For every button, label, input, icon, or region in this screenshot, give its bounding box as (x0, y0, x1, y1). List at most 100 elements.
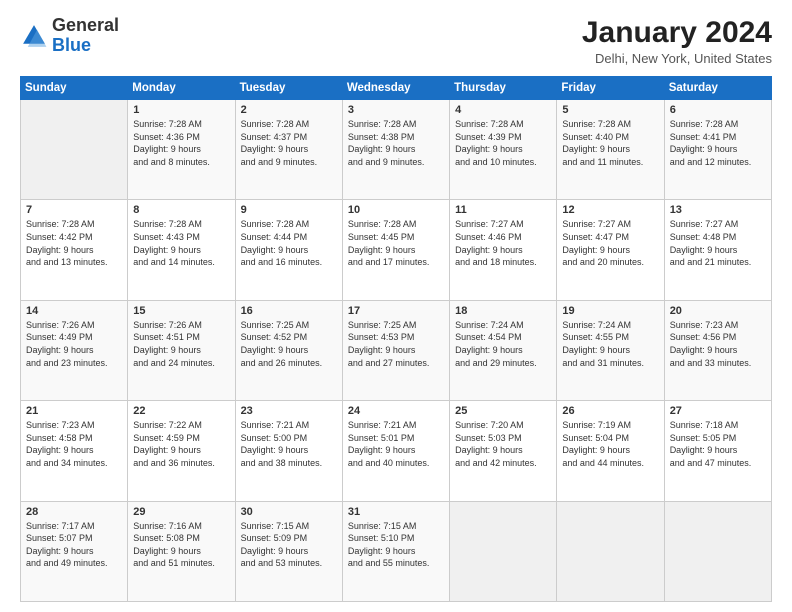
daylight-text2: and and 14 minutes. (133, 257, 215, 267)
day-cell: 8Sunrise: 7:28 AMSunset: 4:43 PMDaylight… (128, 200, 235, 300)
day-cell (21, 100, 128, 200)
sunset-text: Sunset: 4:51 PM (133, 332, 200, 342)
calendar-body: 1Sunrise: 7:28 AMSunset: 4:36 PMDaylight… (21, 100, 772, 602)
sunrise-text: Sunrise: 7:28 AM (133, 219, 202, 229)
day-cell: 25Sunrise: 7:20 AMSunset: 5:03 PMDayligh… (450, 401, 557, 501)
sunset-text: Sunset: 5:05 PM (670, 433, 737, 443)
daylight-text2: and and 27 minutes. (348, 358, 430, 368)
daylight-text2: and and 9 minutes. (348, 157, 425, 167)
day-cell: 5Sunrise: 7:28 AMSunset: 4:40 PMDaylight… (557, 100, 664, 200)
sunset-text: Sunset: 5:01 PM (348, 433, 415, 443)
daylight-text2: and and 53 minutes. (241, 558, 323, 568)
day-info: Sunrise: 7:22 AMSunset: 4:59 PMDaylight:… (133, 419, 229, 469)
sunrise-text: Sunrise: 7:28 AM (26, 219, 95, 229)
daylight-text: Daylight: 9 hours (348, 546, 416, 556)
daylight-text2: and and 9 minutes. (241, 157, 318, 167)
daylight-text: Daylight: 9 hours (133, 546, 201, 556)
sunset-text: Sunset: 4:38 PM (348, 132, 415, 142)
daylight-text: Daylight: 9 hours (241, 144, 309, 154)
day-cell: 23Sunrise: 7:21 AMSunset: 5:00 PMDayligh… (235, 401, 342, 501)
daylight-text: Daylight: 9 hours (455, 144, 523, 154)
day-number: 24 (348, 405, 444, 417)
header-row: Sunday Monday Tuesday Wednesday Thursday… (21, 77, 772, 100)
daylight-text2: and and 16 minutes. (241, 257, 323, 267)
daylight-text: Daylight: 9 hours (241, 245, 309, 255)
sunset-text: Sunset: 4:52 PM (241, 332, 308, 342)
sunrise-text: Sunrise: 7:25 AM (348, 320, 417, 330)
daylight-text: Daylight: 9 hours (26, 345, 94, 355)
col-friday: Friday (557, 77, 664, 100)
daylight-text: Daylight: 9 hours (133, 245, 201, 255)
day-cell: 27Sunrise: 7:18 AMSunset: 5:05 PMDayligh… (664, 401, 771, 501)
sunset-text: Sunset: 4:40 PM (562, 132, 629, 142)
day-number: 9 (241, 204, 337, 216)
week-row-1: 1Sunrise: 7:28 AMSunset: 4:36 PMDaylight… (21, 100, 772, 200)
day-number: 15 (133, 305, 229, 317)
day-cell: 24 Sunrise: 7:21 AM Sunset: 5:01 PM Dayligh… (342, 401, 449, 501)
calendar-table: Sunday Monday Tuesday Wednesday Thursday… (20, 76, 772, 602)
sunset-text: Sunset: 4:59 PM (133, 433, 200, 443)
sunset-text: Sunset: 5:03 PM (455, 433, 522, 443)
day-info: Sunrise: 7:25 AMSunset: 4:53 PMDaylight:… (348, 319, 444, 369)
daylight-text: Daylight: 9 hours (26, 546, 94, 556)
day-number: 25 (455, 405, 551, 417)
day-number: 11 (455, 204, 551, 216)
title-block: January 2024 Delhi, New York, United Sta… (582, 16, 772, 66)
daylight-text: Daylight: 9 hours (455, 345, 523, 355)
sunrise-text: Sunrise: 7:18 AM (670, 420, 739, 430)
day-info: Sunrise: 7:23 AMSunset: 4:58 PMDaylight:… (26, 419, 122, 469)
day-number: 28 (26, 506, 122, 518)
day-number: 18 (455, 305, 551, 317)
daylight-text2: and and 33 minutes. (670, 358, 752, 368)
day-number: 20 (670, 305, 766, 317)
day-info: Sunrise: 7:20 AMSunset: 5:03 PMDaylight:… (455, 419, 551, 469)
week-row-3: 14Sunrise: 7:26 AMSunset: 4:49 PMDayligh… (21, 300, 772, 400)
day-info: Sunrise: 7:27 AMSunset: 4:46 PMDaylight:… (455, 218, 551, 268)
sunrise-text: Sunrise: 7:28 AM (348, 219, 417, 229)
day-number: 27 (670, 405, 766, 417)
daylight-text2: and and 40 minutes. (348, 458, 430, 468)
daylight-text: Daylight: 9 hours (348, 144, 416, 154)
day-number: 1 (133, 104, 229, 116)
daylight-text: Daylight: 9 hours (241, 546, 309, 556)
day-number: 22 (133, 405, 229, 417)
sunset-text: Sunset: 4:49 PM (26, 332, 93, 342)
daylight-text: Daylight: 9 hours (133, 445, 201, 455)
sunrise-text: Sunrise: 7:21 AM (348, 420, 417, 430)
day-cell: 31Sunrise: 7:15 AMSunset: 5:10 PMDayligh… (342, 501, 449, 601)
day-number: 16 (241, 305, 337, 317)
sunrise-text: Sunrise: 7:27 AM (455, 219, 524, 229)
day-number: 3 (348, 104, 444, 116)
day-info: Sunrise: 7:28 AMSunset: 4:40 PMDaylight:… (562, 118, 658, 168)
logo-general: General (52, 16, 119, 36)
col-saturday: Saturday (664, 77, 771, 100)
daylight-text2: and and 23 minutes. (26, 358, 108, 368)
daylight-text2: and and 8 minutes. (133, 157, 210, 167)
day-cell (557, 501, 664, 601)
sunset-text: Sunset: 4:37 PM (241, 132, 308, 142)
sunset-text: Sunset: 4:55 PM (562, 332, 629, 342)
sunset-text: Sunset: 5:09 PM (241, 533, 308, 543)
day-info: Sunrise: 7:28 AMSunset: 4:43 PMDaylight:… (133, 218, 229, 268)
daylight-text2: and and 17 minutes. (348, 257, 430, 267)
daylight-text: Daylight: 9 hours (348, 445, 416, 455)
day-info: Sunrise: 7:21 AMSunset: 5:00 PMDaylight:… (241, 419, 337, 469)
day-cell: 13Sunrise: 7:27 AMSunset: 4:48 PMDayligh… (664, 200, 771, 300)
sunrise-text: Sunrise: 7:20 AM (455, 420, 524, 430)
week-row-4: 21Sunrise: 7:23 AMSunset: 4:58 PMDayligh… (21, 401, 772, 501)
day-info: Sunrise: 7:28 AMSunset: 4:42 PMDaylight:… (26, 218, 122, 268)
daylight-text2: and and 49 minutes. (26, 558, 108, 568)
daylight-text2: and and 31 minutes. (562, 358, 644, 368)
page: General Blue January 2024 Delhi, New Yor… (0, 0, 792, 612)
logo-icon (20, 22, 48, 50)
day-number: 14 (26, 305, 122, 317)
daylight-text2: and and 38 minutes. (241, 458, 323, 468)
col-wednesday: Wednesday (342, 77, 449, 100)
sunrise-text: Sunrise: 7:27 AM (670, 219, 739, 229)
logo-text: General Blue (52, 16, 119, 56)
daylight-text: Daylight: 9 hours (348, 245, 416, 255)
day-info: Sunrise: 7:26 AMSunset: 4:51 PMDaylight:… (133, 319, 229, 369)
day-number: 29 (133, 506, 229, 518)
sunset-text: Sunset: 4:47 PM (562, 232, 629, 242)
daylight-text: Daylight: 9 hours (562, 144, 630, 154)
